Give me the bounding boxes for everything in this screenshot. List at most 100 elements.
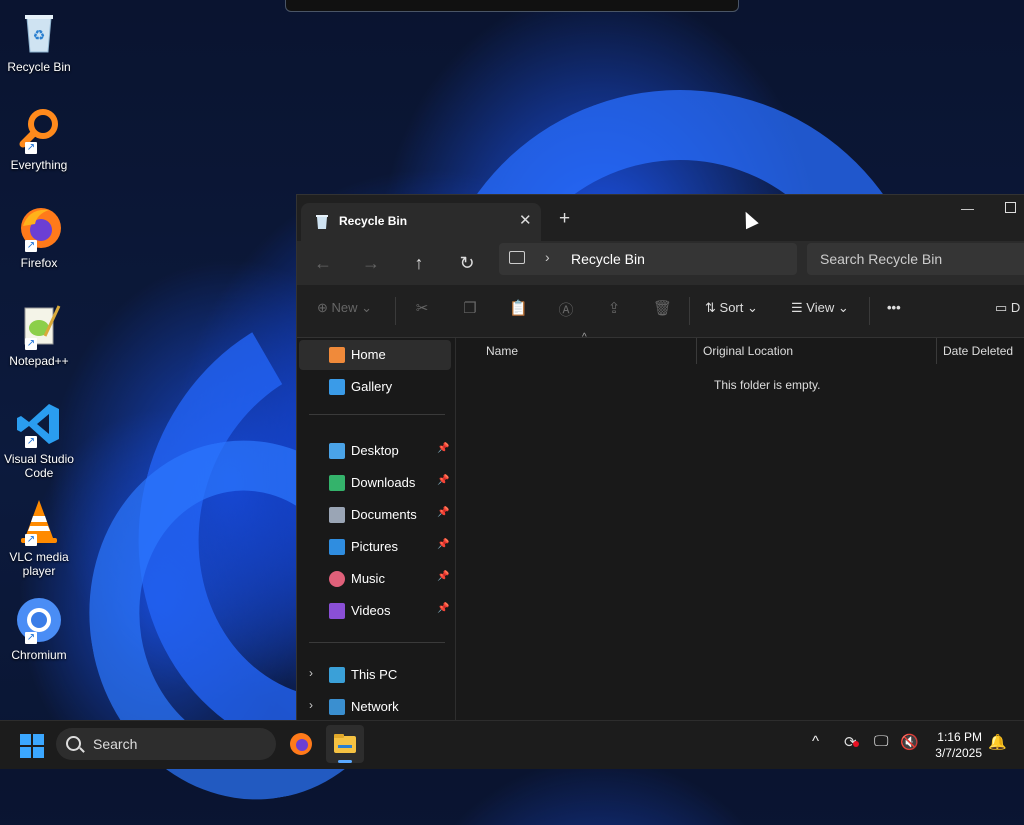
more-options-button[interactable]: •••: [887, 300, 901, 315]
column-divider[interactable]: [696, 338, 697, 364]
notification-bell-icon[interactable]: 🔔: [988, 733, 1007, 751]
desktop-icon-firefox[interactable]: ↗ Firefox: [4, 204, 74, 270]
chromium-icon: ↗: [15, 596, 63, 644]
nav-item-home[interactable]: Home: [299, 340, 451, 370]
nav-item-network[interactable]: › Network: [299, 692, 451, 722]
desktop-icon-label: Recycle Bin: [7, 60, 71, 74]
divider: [869, 297, 870, 325]
search-input[interactable]: Search Recycle Bin: [807, 243, 1024, 275]
desktop-icon-notepadpp[interactable]: ↗ Notepad++: [4, 302, 74, 368]
desktop-icon-vlc[interactable]: ↗ VLC media player: [4, 498, 74, 578]
taskbar-search[interactable]: Search: [56, 728, 276, 760]
nav-item-label: Home: [351, 347, 386, 362]
clock[interactable]: 1:16 PM 3/7/2025: [928, 729, 982, 761]
nav-item-documents[interactable]: Documents 📌: [299, 500, 451, 530]
maximize-button[interactable]: [1005, 202, 1016, 213]
forward-arrow-icon[interactable]: →: [358, 250, 384, 276]
pin-icon[interactable]: 📌: [437, 443, 449, 454]
command-bar: ⊕ New ⌄ ✂ ❐ 📋 Ⓐ ⇪ 🗑 ⇅ Sort ⌄ ☰ View ⌄ ••…: [297, 285, 1024, 338]
videos-folder-icon: [329, 603, 345, 619]
desktop-icon-label: VLC media player: [9, 550, 69, 578]
clock-time: 1:16 PM: [937, 730, 982, 744]
desktop-icon-recycle-bin[interactable]: ♻ Recycle Bin: [4, 8, 74, 74]
column-divider[interactable]: [936, 338, 937, 364]
details-pane-icon: ▭: [995, 300, 1008, 315]
new-tab-button[interactable]: +: [559, 208, 570, 230]
nav-item-label: Desktop: [351, 443, 399, 458]
details-pane-button[interactable]: ▭ D: [995, 300, 1020, 316]
show-hidden-icons-chevron-icon[interactable]: ^: [812, 733, 819, 750]
chevron-right-icon[interactable]: ›: [309, 698, 313, 712]
sort-caret-icon: ^: [582, 332, 587, 343]
clock-date: 3/7/2025: [935, 746, 982, 760]
column-header-date-deleted[interactable]: Date Deleted: [943, 344, 1013, 358]
nav-item-label: Network: [351, 699, 399, 714]
network-status-icon[interactable]: 🖵: [874, 733, 888, 750]
pin-icon[interactable]: 📌: [437, 571, 449, 582]
delete-icon[interactable]: 🗑: [653, 299, 672, 317]
nav-item-this-pc[interactable]: › This PC: [299, 660, 451, 690]
taskbar-search-label: Search: [93, 736, 138, 752]
chevron-right-icon[interactable]: ›: [545, 249, 550, 265]
minimize-button[interactable]: —: [961, 201, 974, 216]
refresh-icon[interactable]: ↻: [454, 250, 480, 276]
documents-folder-icon: [329, 507, 345, 523]
desktop-icon-everything[interactable]: ↗ Everything: [4, 106, 74, 172]
vlc-icon: ↗: [15, 498, 63, 546]
recycle-bin-icon: ♻: [15, 8, 63, 56]
sync-icon[interactable]: ⟳: [844, 733, 859, 751]
taskbar-firefox[interactable]: [282, 725, 320, 763]
nav-item-desktop[interactable]: Desktop 📌: [299, 436, 451, 466]
nav-item-label: Gallery: [351, 379, 393, 394]
paste-icon[interactable]: 📋: [509, 299, 528, 317]
desktop-icon-label: Chromium: [11, 648, 67, 662]
view-label: View: [806, 300, 835, 315]
back-arrow-icon[interactable]: ←: [310, 250, 336, 276]
shortcut-arrow-icon: ↗: [25, 534, 37, 546]
chevron-right-icon[interactable]: ›: [309, 666, 313, 680]
rename-icon[interactable]: Ⓐ: [557, 299, 575, 319]
pictures-folder-icon: [329, 539, 345, 555]
nav-item-label: Videos: [351, 603, 391, 618]
up-arrow-icon[interactable]: ↑: [406, 250, 432, 276]
shortcut-arrow-icon: ↗: [25, 240, 37, 252]
nav-item-pictures[interactable]: Pictures 📌: [299, 532, 451, 562]
pin-icon[interactable]: 📌: [437, 539, 449, 550]
view-button[interactable]: ☰ View ⌄: [791, 300, 849, 316]
sort-icon: ⇅: [705, 300, 716, 315]
notepadpp-icon: ↗: [15, 302, 63, 350]
column-header-original-location[interactable]: Original Location: [703, 344, 793, 358]
share-icon[interactable]: ⇪: [605, 299, 623, 317]
nav-item-downloads[interactable]: Downloads 📌: [299, 468, 451, 498]
nav-item-music[interactable]: Music 📌: [299, 564, 451, 594]
close-tab-icon[interactable]: ✕: [519, 211, 532, 229]
plus-circle-icon: ⊕: [317, 300, 328, 315]
nav-item-videos[interactable]: Videos 📌: [299, 596, 451, 626]
taskbar-file-explorer[interactable]: [326, 725, 364, 763]
new-button[interactable]: ⊕ New ⌄: [317, 300, 372, 316]
volume-muted-icon[interactable]: 🔇: [900, 733, 919, 751]
copy-icon[interactable]: ❐: [461, 299, 479, 317]
pin-icon[interactable]: 📌: [437, 507, 449, 518]
column-header-name[interactable]: Name: [486, 344, 518, 358]
nav-item-label: Downloads: [351, 475, 416, 490]
desktop-icon-vscode[interactable]: ↗ Visual Studio Code: [4, 400, 74, 480]
pin-icon[interactable]: 📌: [437, 603, 449, 614]
nav-item-gallery[interactable]: Gallery: [299, 372, 451, 402]
breadcrumb-recycle-bin[interactable]: Recycle Bin: [571, 251, 645, 267]
address-bar[interactable]: › Recycle Bin: [499, 243, 797, 275]
sort-button[interactable]: ⇅ Sort ⌄: [705, 300, 758, 316]
divider: [689, 297, 690, 325]
active-indicator: [338, 760, 352, 763]
network-icon: [329, 699, 345, 715]
tab-recycle-bin[interactable]: Recycle Bin ✕: [301, 203, 541, 241]
pin-icon[interactable]: 📌: [437, 475, 449, 486]
nav-item-label: This PC: [351, 667, 398, 682]
start-button[interactable]: [20, 734, 44, 758]
desktop-icon-chromium[interactable]: ↗ Chromium: [4, 596, 74, 662]
address-bar-row: ← → ↑ ↻ › Recycle Bin Search Recycle Bin: [297, 241, 1024, 285]
title-bar: Recycle Bin ✕ + —: [297, 195, 1024, 241]
home-icon: [329, 347, 345, 363]
navigation-pane: Home Gallery Desktop 📌 Downloads 📌 Docum…: [297, 338, 456, 721]
cut-icon[interactable]: ✂: [413, 299, 431, 317]
